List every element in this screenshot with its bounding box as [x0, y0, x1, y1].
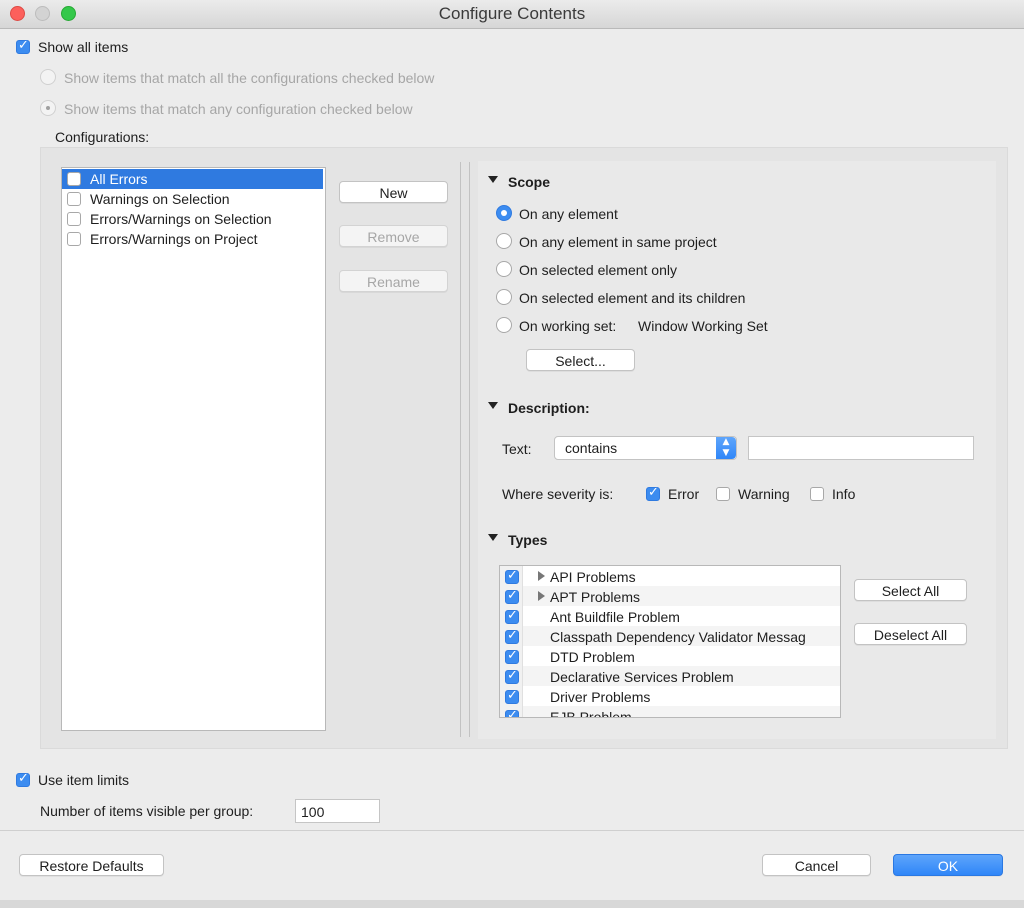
type-checkbox[interactable]	[505, 668, 519, 684]
configuration-list[interactable]	[61, 167, 326, 731]
chevron-up-down-icon: ▲ ▼	[722, 437, 730, 458]
types-list[interactable]: API Problems APT Problems Ant Buildfile …	[499, 565, 841, 718]
type-checkbox[interactable]	[505, 628, 519, 644]
cancel-button[interactable]: Cancel	[762, 854, 871, 876]
severity-info-label: Info	[832, 486, 856, 502]
scope-option-label: On any element	[519, 206, 618, 222]
type-item-label: Declarative Services Problem	[550, 669, 734, 685]
description-section-title: Description:	[508, 400, 590, 416]
select-all-types-button[interactable]: Select All	[854, 579, 967, 601]
match-all-radio[interactable]	[40, 69, 56, 85]
configuration-checkbox[interactable]	[67, 212, 81, 226]
type-checkbox[interactable]	[505, 588, 519, 604]
window-bottom-edge	[0, 900, 1024, 908]
scope-option-label: On selected element and its children	[519, 290, 746, 306]
configuration-checkbox[interactable]	[67, 172, 81, 186]
deselect-all-types-button[interactable]: Deselect All	[854, 623, 967, 645]
type-item-label: Classpath Dependency Validator Messag	[550, 629, 806, 645]
text-match-mode-value: contains	[565, 440, 618, 456]
restore-defaults-button[interactable]: Restore Defaults	[19, 854, 164, 876]
scope-radio[interactable]	[496, 289, 512, 305]
type-checkbox[interactable]	[505, 608, 519, 624]
items-per-group-label: Number of items visible per group:	[40, 803, 254, 819]
type-checkbox[interactable]	[505, 568, 519, 584]
scope-option-label: On working set:	[519, 318, 617, 334]
configuration-checkbox[interactable]	[67, 232, 81, 246]
configuration-item-label[interactable]: All Errors	[90, 171, 148, 187]
description-text-input[interactable]	[748, 436, 974, 460]
configurations-label: Configurations:	[55, 129, 150, 145]
remove-configuration-button[interactable]: Remove	[339, 225, 448, 247]
scope-radio[interactable]	[496, 205, 512, 221]
ok-button[interactable]: OK	[893, 854, 1003, 876]
use-item-limits-label: Use item limits	[38, 772, 130, 788]
type-item-label: EJB Problem	[550, 709, 632, 718]
match-any-label: Show items that match any configuration …	[64, 101, 413, 117]
footer-separator	[0, 830, 1024, 831]
scope-section-title: Scope	[508, 174, 551, 190]
types-section-title: Types	[508, 532, 548, 548]
match-all-label: Show items that match all the configurat…	[64, 70, 435, 86]
scope-radio[interactable]	[496, 233, 512, 249]
scope-radio[interactable]	[496, 317, 512, 333]
expand-triangle-icon[interactable]	[538, 591, 545, 601]
use-item-limits-checkbox[interactable]	[16, 771, 30, 787]
type-item-label: APT Problems	[550, 589, 640, 605]
severity-error-checkbox[interactable]	[646, 485, 660, 501]
show-all-items-checkbox[interactable]	[16, 38, 30, 54]
severity-warning-checkbox[interactable]	[716, 487, 730, 501]
show-all-items-label: Show all items	[38, 39, 129, 55]
new-configuration-button[interactable]: New	[339, 181, 448, 203]
items-per-group-value: 100	[301, 804, 325, 820]
rename-configuration-button[interactable]: Rename	[339, 270, 448, 292]
window-title: Configure Contents	[438, 4, 586, 23]
expand-triangle-icon[interactable]	[538, 571, 545, 581]
collapse-triangle-icon[interactable]	[488, 534, 498, 541]
splitter-line	[469, 162, 470, 737]
type-item-label: API Problems	[550, 569, 636, 585]
type-item-label: Ant Buildfile Problem	[550, 609, 680, 625]
type-checkbox[interactable]	[505, 688, 519, 704]
text-filter-label: Text:	[502, 441, 532, 457]
scope-option-label: On selected element only	[519, 262, 677, 278]
configuration-item-label[interactable]: Warnings on Selection	[90, 191, 230, 207]
type-item-label: DTD Problem	[550, 649, 635, 665]
scope-radio[interactable]	[496, 261, 512, 277]
collapse-triangle-icon[interactable]	[488, 176, 498, 183]
severity-label: Where severity is:	[502, 486, 614, 502]
type-item-label: Driver Problems	[550, 689, 651, 705]
scope-option-label: On any element in same project	[519, 234, 717, 250]
configuration-checkbox[interactable]	[67, 192, 81, 206]
severity-info-checkbox[interactable]	[810, 487, 824, 501]
severity-error-label: Error	[668, 486, 700, 502]
working-set-name: Window Working Set	[638, 318, 768, 334]
splitter-handle[interactable]	[461, 162, 469, 737]
collapse-triangle-icon[interactable]	[488, 402, 498, 409]
type-checkbox[interactable]	[505, 708, 519, 717]
configuration-item-label[interactable]: Errors/Warnings on Selection	[90, 211, 272, 227]
configuration-item-label[interactable]: Errors/Warnings on Project	[90, 231, 258, 247]
match-any-radio[interactable]	[40, 100, 56, 116]
type-checkbox[interactable]	[505, 648, 519, 664]
select-working-set-button[interactable]: Select...	[526, 349, 635, 371]
severity-warning-label: Warning	[738, 486, 790, 502]
